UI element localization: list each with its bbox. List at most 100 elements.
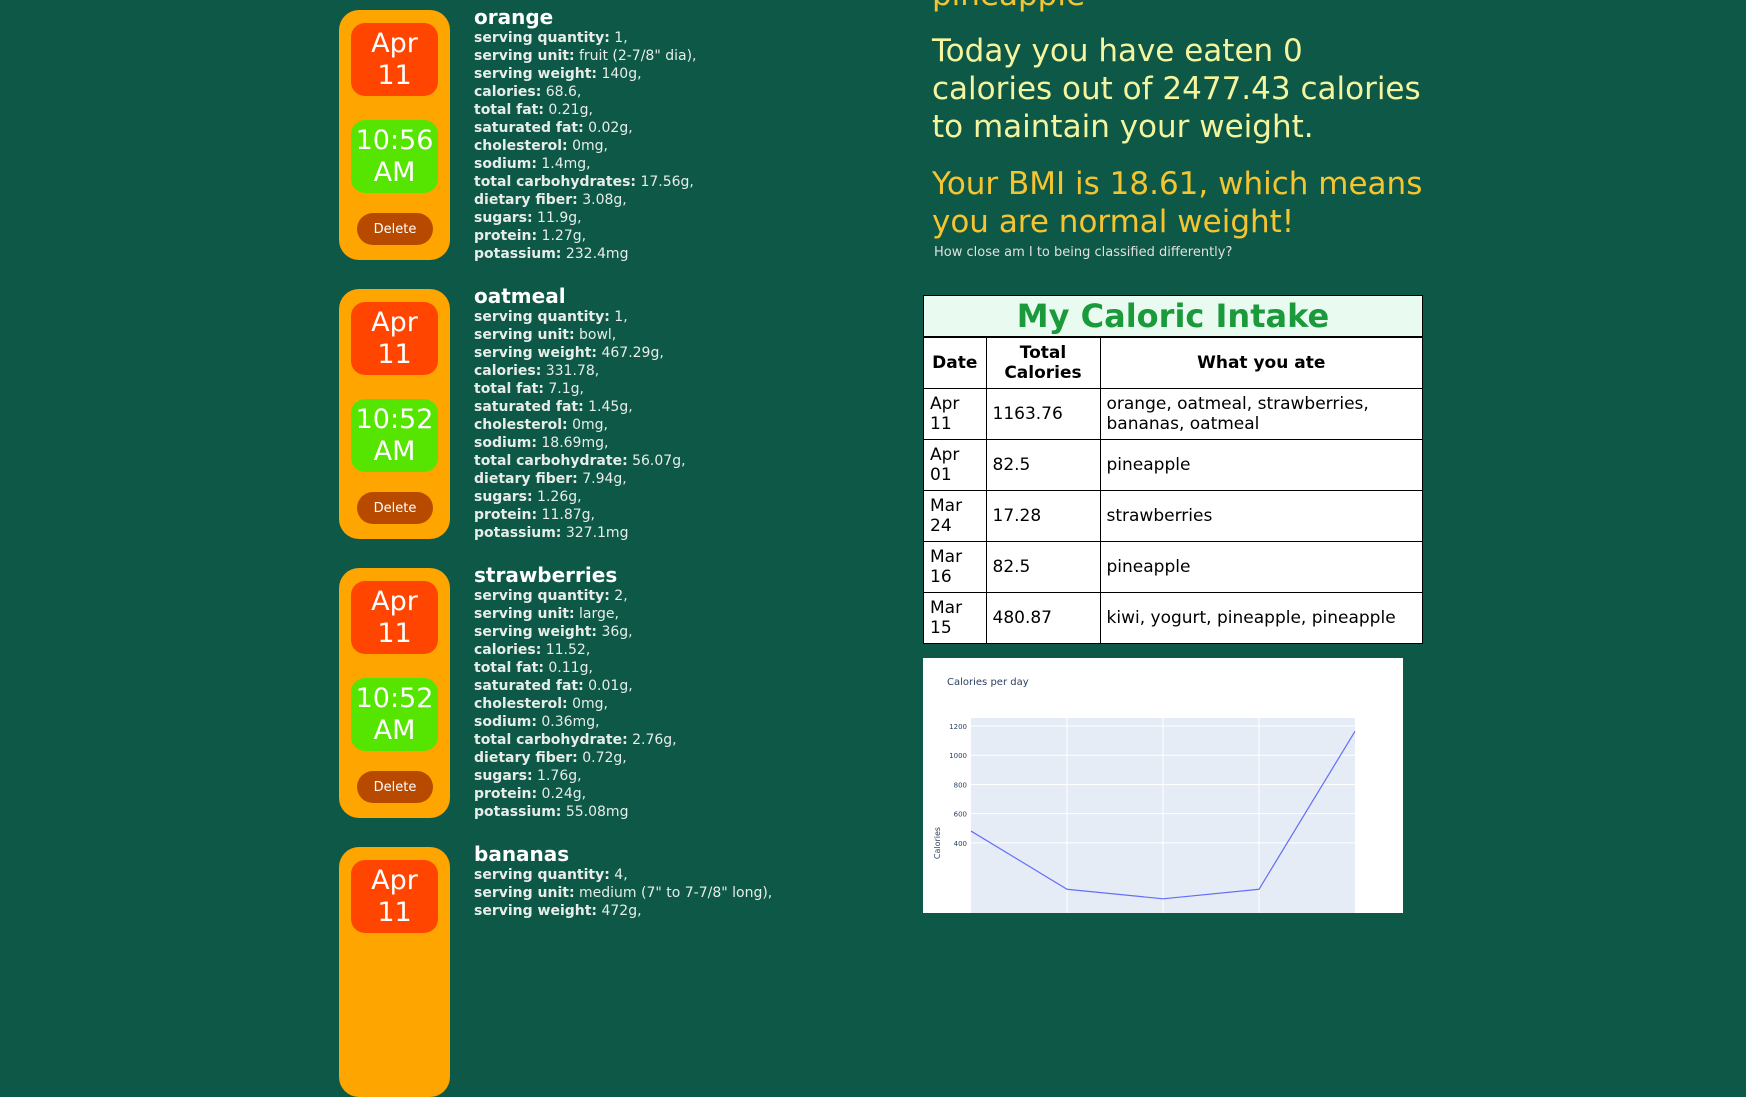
entry-badge: Apr 11 10:56 AM Delete	[339, 10, 450, 260]
nutrient-label: serving quantity:	[474, 30, 610, 46]
delete-entry-button[interactable]: Delete	[357, 213, 433, 245]
nutrient-value: 0.11g,	[543, 660, 593, 676]
nutrient-value: 55.08mg	[561, 804, 629, 820]
nutrient-line: protein: 0.24g,	[474, 785, 819, 803]
nutrient-label: calories:	[474, 84, 542, 100]
col-header-what-you-ate: What you ate	[1099, 337, 1422, 389]
nutrient-label: serving quantity:	[474, 588, 610, 604]
cell-date: Apr 11	[924, 388, 987, 440]
nutrient-value: 1,	[609, 309, 628, 325]
nutrient-label: saturated fat:	[474, 120, 584, 136]
nutrient-label: serving weight:	[474, 66, 598, 82]
delete-entry-button[interactable]: Delete	[357, 771, 433, 803]
nutrient-label: total fat:	[474, 102, 544, 118]
nutrient-line: serving quantity: 4,	[474, 866, 819, 884]
nutrient-label: serving quantity:	[474, 309, 610, 325]
nutrient-value: fruit (2-7/8" dia),	[574, 48, 697, 64]
nutrient-value: 232.4mg	[561, 246, 629, 262]
nutrient-label: dietary fiber:	[474, 471, 578, 487]
nutrient-value: 1.45g,	[583, 399, 633, 415]
chart-y-tick-label: 800	[954, 781, 967, 789]
nutrient-line: serving quantity: 2,	[474, 587, 819, 605]
nutrient-label: dietary fiber:	[474, 750, 578, 766]
entry-time-ampm: AM	[373, 435, 416, 467]
nutrient-line: serving weight: 467.29g,	[474, 344, 819, 362]
nutrient-value: large,	[574, 606, 619, 622]
chart-y-tick-label: 600	[954, 811, 967, 819]
nutrient-value: 68.6,	[541, 84, 582, 100]
nutrient-label: potassium:	[474, 246, 562, 262]
nutrient-line: sodium: 1.4mg,	[474, 155, 819, 173]
nutrient-value: 0mg,	[567, 138, 608, 154]
entry-badge: Apr 11 10:52 AM Delete	[339, 289, 450, 539]
nutrient-label: sugars:	[474, 768, 533, 784]
nutrient-value: 327.1mg	[561, 525, 629, 541]
entry-time-ampm: AM	[373, 714, 416, 746]
entry-date: Apr 11	[351, 860, 438, 933]
nutrient-value: 331.78,	[541, 363, 600, 379]
nutrient-value: 0.02g,	[583, 120, 633, 136]
nutrient-line: dietary fiber: 3.08g,	[474, 191, 819, 209]
nutrient-value: 472g,	[597, 903, 642, 919]
entry-badge: Apr 11	[339, 847, 450, 1097]
cell-total-calories: 480.87	[985, 592, 1101, 643]
nutrient-label: sugars:	[474, 210, 533, 226]
nutrient-label: cholesterol:	[474, 417, 568, 433]
nutrient-value: 7.1g,	[543, 381, 585, 397]
nutrient-line: total carbohydrates: 17.56g,	[474, 173, 819, 191]
chart-title: Calories per day	[947, 677, 1029, 688]
caloric-intake-table: My Caloric Intake Date Total Calories Wh…	[923, 295, 1423, 644]
nutrient-value: 140g,	[597, 66, 642, 82]
nutrient-value: 56.07g,	[627, 453, 686, 469]
food-entry-strawberries: Apr 11 10:52 AM Delete strawberries serv…	[339, 558, 819, 820]
nutrient-label: serving quantity:	[474, 867, 610, 883]
nutrient-label: serving weight:	[474, 903, 598, 919]
table-title: My Caloric Intake	[924, 296, 1422, 337]
nutrient-line: total fat: 0.11g,	[474, 659, 819, 677]
nutrient-label: serving unit:	[474, 327, 575, 343]
nutrient-line: serving weight: 472g,	[474, 902, 819, 920]
nutrient-value: 1,	[609, 30, 628, 46]
nutrient-value: 1.26g,	[532, 489, 582, 505]
calories-eaten-message: Today you have eaten 0 calories out of 2…	[932, 33, 1421, 145]
nutrient-line: serving weight: 140g,	[474, 65, 819, 83]
chart-y-tick-label: 1200	[949, 723, 967, 731]
nutrient-label: saturated fat:	[474, 399, 584, 415]
entry-info: oatmeal serving quantity: 1, serving unit…	[474, 284, 819, 542]
nutrient-line: sodium: 0.36mg,	[474, 713, 819, 731]
nutrient-label: total carbohydrates:	[474, 174, 636, 190]
nutrient-value: 0.24g,	[537, 786, 587, 802]
table-row: Mar 24 17.28 strawberries	[924, 490, 1422, 542]
nutrient-value: 36g,	[597, 624, 633, 640]
cell-total-calories: 1163.76	[985, 388, 1101, 440]
entry-time-value: 10:52	[355, 403, 434, 435]
nutrient-label: total carbohydrate:	[474, 453, 628, 469]
nutrient-line: protein: 11.87g,	[474, 506, 819, 524]
nutrient-value: 0.72g,	[577, 750, 627, 766]
cell-total-calories: 82.5	[985, 541, 1101, 593]
chart-y-tick-label: 400	[954, 840, 967, 848]
nutrient-label: sodium:	[474, 156, 537, 172]
food-name: orange	[474, 5, 554, 29]
bmi-message: Your BMI is 18.61, which means you are n…	[932, 166, 1423, 240]
nutrient-value: 0.01g,	[583, 678, 633, 694]
nutrient-line: potassium: 55.08mg	[474, 803, 819, 821]
nutrient-label: sodium:	[474, 435, 537, 451]
nutrient-line: cholesterol: 0mg,	[474, 137, 819, 155]
delete-entry-button[interactable]: Delete	[357, 492, 433, 524]
cell-date: Apr 01	[924, 439, 987, 491]
calories-chart: Calories per day 400 600 800 1000 1200 Calorie…	[923, 658, 1403, 913]
nutrient-label: calories:	[474, 642, 542, 658]
entry-time-value: 10:52	[355, 682, 434, 714]
nutrient-line: serving quantity: 1,	[474, 308, 819, 326]
nutrient-line: dietary fiber: 0.72g,	[474, 749, 819, 767]
nutrient-line: serving quantity: 1,	[474, 29, 819, 47]
entry-date-day: 11	[377, 617, 412, 649]
nutrient-value: 11.87g,	[537, 507, 595, 523]
entry-time-value: 10:56	[355, 124, 434, 156]
bmi-classification-link[interactable]: How close am I to being classified diffe…	[934, 245, 1232, 261]
nutrient-line: total fat: 7.1g,	[474, 380, 819, 398]
nutrient-line: protein: 1.27g,	[474, 227, 819, 245]
nutrient-line: potassium: 327.1mg	[474, 524, 819, 542]
nutrient-line: saturated fat: 0.02g,	[474, 119, 819, 137]
